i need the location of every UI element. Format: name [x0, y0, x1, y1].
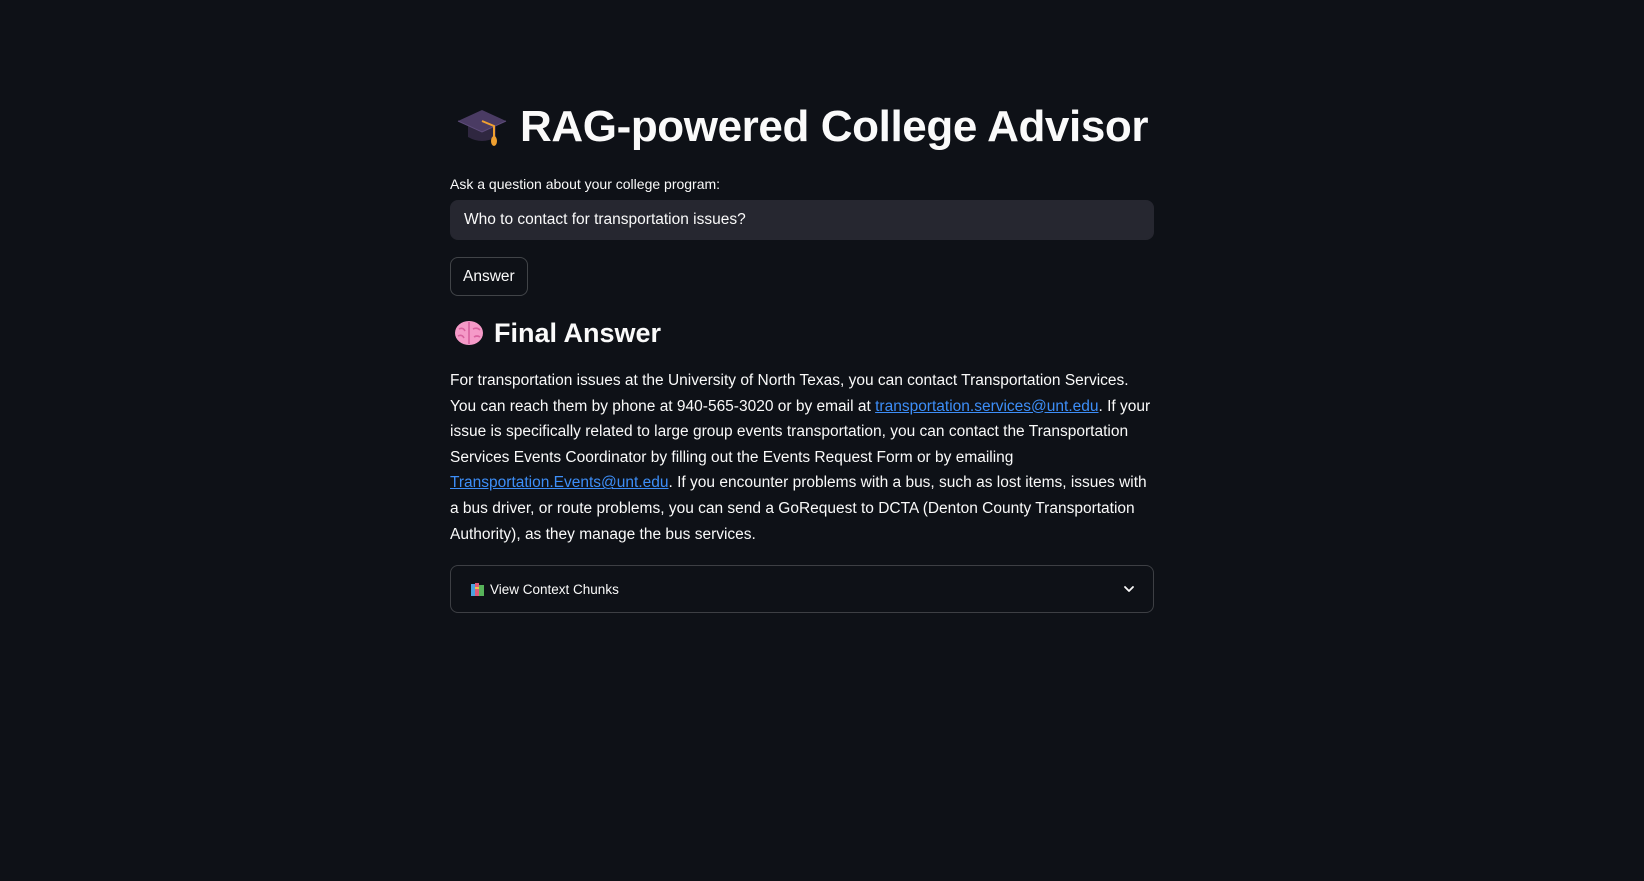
final-answer-heading: Final Answer: [494, 317, 662, 348]
brain-icon: [455, 321, 483, 345]
context-chunks-expander[interactable]: View Context Chunks: [450, 565, 1154, 614]
context-chunks-label: View Context Chunks: [490, 581, 619, 597]
transportation-services-email-link[interactable]: transportation.services@unt.edu: [875, 398, 1098, 415]
chevron-down-icon[interactable]: [1122, 582, 1136, 596]
final-answer-header: Final Answer: [450, 310, 1154, 356]
main-container: RAG-powered College Advisor Ask a questi…: [450, 96, 1154, 614]
question-label: Ask a question about your college progra…: [450, 176, 721, 192]
page-title: RAG-powered College Advisor: [520, 102, 1149, 151]
question-input[interactable]: [450, 200, 1154, 240]
title-row: RAG-powered College Advisor: [450, 96, 1154, 158]
books-icon: [471, 583, 484, 597]
graduation-cap-icon: [457, 110, 507, 146]
answer-button[interactable]: Answer: [450, 257, 528, 296]
final-answer-text: For transportation issues at the Univers…: [450, 368, 1154, 547]
transportation-events-email-link[interactable]: Transportation.Events@unt.edu: [450, 474, 669, 491]
